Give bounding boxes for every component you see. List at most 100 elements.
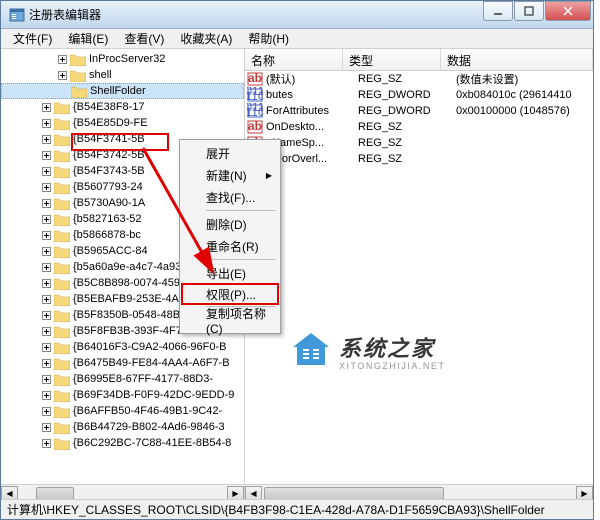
tree-node[interactable]: InProcServer32	[1, 51, 244, 67]
value-row[interactable]: aboNameSp...REG_SZ	[245, 135, 593, 151]
tree-expander[interactable]	[41, 310, 52, 321]
menu-separator	[206, 259, 276, 260]
statusbar: 计算机\HKEY_CLASSES_ROOT\CLSID\{B4FB3F98-C1…	[1, 499, 593, 519]
context-menu-item[interactable]: 删除(D)	[182, 213, 278, 235]
tree-expander[interactable]	[41, 422, 52, 433]
tree-expander[interactable]	[41, 406, 52, 417]
value-row[interactable]: abOnDeskto...REG_SZ	[245, 119, 593, 135]
close-button[interactable]	[545, 1, 591, 21]
value-type: REG_SZ	[358, 73, 456, 85]
statusbar-path: 计算机\HKEY_CLASSES_ROOT\CLSID\{B4FB3F98-C1…	[7, 501, 545, 518]
tree-expander[interactable]	[41, 326, 52, 337]
tree-expander[interactable]	[41, 150, 52, 161]
context-menu-item[interactable]: 复制项名称(C)	[182, 309, 278, 331]
tree-node-label: {B54E38F8-17	[73, 101, 145, 113]
value-row[interactable]: ab(默认)REG_SZ(数值未设置)	[245, 71, 593, 87]
value-row[interactable]: 011110ForAttributesREG_DWORD0x00100000 (…	[245, 103, 593, 119]
tree-node[interactable]: {B69F34DB-F0F9-42DC-9EDD-9	[1, 387, 244, 403]
column-data[interactable]: 数据	[441, 49, 593, 70]
context-menu-item[interactable]: 查找(F)...	[182, 186, 278, 208]
tree-expander[interactable]	[41, 166, 52, 177]
tree-expander[interactable]	[57, 70, 68, 81]
binary-value-icon: 011110	[247, 103, 263, 119]
column-type[interactable]: 类型	[343, 49, 441, 70]
tree-node[interactable]: {B6995E8-67FF-4177-88D3-	[1, 371, 244, 387]
tree-expander[interactable]	[41, 118, 52, 129]
tree-expander[interactable]	[41, 438, 52, 449]
tree-node[interactable]: ShellFolder	[1, 83, 244, 99]
minimize-button[interactable]	[483, 1, 513, 21]
menu-file[interactable]: 文件(F)	[5, 28, 60, 49]
menu-edit[interactable]: 编辑(E)	[60, 28, 116, 49]
value-name: ForAttributes	[266, 105, 358, 117]
context-menu-item[interactable]: 权限(P)...	[181, 283, 279, 305]
context-menu-item[interactable]: 重命名(R)	[182, 235, 278, 257]
tree-expander[interactable]	[41, 294, 52, 305]
column-name[interactable]: 名称	[245, 49, 343, 70]
tree-expander[interactable]	[41, 102, 52, 113]
tree-expander[interactable]	[41, 134, 52, 145]
context-menu-item[interactable]: 新建(N)	[182, 164, 278, 186]
context-menu-item[interactable]: 展开	[182, 142, 278, 164]
scroll-thumb[interactable]	[36, 487, 74, 500]
value-row[interactable]: 011110butesREG_DWORD0xb084010c (29614410	[245, 87, 593, 103]
tree-node-label: {B64016F3-C9A2-4066-96F0-B	[73, 341, 226, 353]
menu-favorites[interactable]: 收藏夹(A)	[172, 28, 240, 49]
tree-node-label: {B69F34DB-F0F9-42DC-9EDD-9	[73, 389, 234, 401]
value-type: REG_DWORD	[358, 105, 456, 117]
tree-expander[interactable]	[41, 230, 52, 241]
tree-expander[interactable]	[41, 342, 52, 353]
context-menu: 展开新建(N)查找(F)... 删除(D)重命名(R) 导出(E)权限(P)... 复…	[179, 139, 281, 334]
tree-node-label: {B6B44729-B802-4Ad6-9846-3	[73, 421, 225, 433]
tree-node[interactable]: {B6B44729-B802-4Ad6-9846-3	[1, 419, 244, 435]
value-data: 0xb084010c (29614410	[456, 89, 593, 101]
tree-node[interactable]: {B54E38F8-17	[1, 99, 244, 115]
tree-node-label: {B54F3743-5B	[73, 165, 145, 177]
menu-separator	[206, 210, 276, 211]
menu-help[interactable]: 帮助(H)	[240, 28, 297, 49]
tree-node[interactable]: shell	[1, 67, 244, 83]
tree-node[interactable]: {B6AFFB50-4F46-49B1-9C42-	[1, 403, 244, 419]
context-menu-item[interactable]: 导出(E)	[182, 262, 278, 284]
tree-node-label: shell	[89, 69, 112, 81]
tree-expander[interactable]	[41, 390, 52, 401]
tree-expander[interactable]	[41, 262, 52, 273]
values-panel: 名称 类型 数据 ab(默认)REG_SZ(数值未设置)011110butesR…	[245, 49, 593, 501]
tree-node[interactable]: {B64016F3-C9A2-4066-96F0-B	[1, 339, 244, 355]
tree-node-label: InProcServer32	[89, 53, 165, 65]
value-row[interactable]: abryForOverl...REG_SZ	[245, 151, 593, 167]
tree-expander[interactable]	[41, 246, 52, 257]
titlebar[interactable]: 注册表编辑器	[1, 1, 593, 29]
menu-view[interactable]: 查看(V)	[116, 28, 172, 49]
tree-node[interactable]: {B6C292BC-7C88-41EE-8B54-8	[1, 435, 244, 451]
value-name: OnDeskto...	[266, 121, 358, 133]
tree-expander[interactable]	[41, 374, 52, 385]
string-value-icon: ab	[247, 119, 263, 135]
tree-node[interactable]: {B54E85D9-FE	[1, 115, 244, 131]
value-type: REG_SZ	[358, 153, 456, 165]
value-data: (数值未设置)	[456, 71, 593, 87]
svg-text:110: 110	[247, 89, 263, 103]
tree-expander[interactable]	[41, 358, 52, 369]
content-area: InProcServer32 shell ShellFolder {B54E38F8-…	[1, 49, 593, 501]
string-value-icon: ab	[247, 71, 263, 87]
scroll-thumb[interactable]	[264, 487, 444, 500]
svg-text:ab: ab	[248, 71, 262, 85]
values-list[interactable]: ab(默认)REG_SZ(数值未设置)011110butesREG_DWORD0…	[245, 71, 593, 167]
value-name: butes	[266, 89, 358, 101]
tree-expander[interactable]	[57, 54, 68, 65]
tree-expander[interactable]	[41, 214, 52, 225]
tree-expander[interactable]	[41, 198, 52, 209]
tree-expander[interactable]	[41, 182, 52, 193]
regedit-window: 注册表编辑器 文件(F) 编辑(E) 查看(V) 收藏夹(A) 帮助(H) In…	[0, 0, 594, 520]
tree-node-label: {B6AFFB50-4F46-49B1-9C42-	[73, 405, 222, 417]
tree-node-label: {B54F3742-5B	[73, 149, 145, 161]
tree-node-label: {b5866878-bc	[73, 229, 141, 241]
tree-expander[interactable]	[41, 278, 52, 289]
list-header: 名称 类型 数据	[245, 49, 593, 71]
tree-node[interactable]: {B6475B49-FE84-4AA4-A6F7-B	[1, 355, 244, 371]
tree-node-label: {B6C292BC-7C88-41EE-8B54-8	[73, 437, 231, 449]
tree-node-label: {B54F3741-5B	[73, 133, 145, 145]
maximize-button[interactable]	[514, 1, 544, 21]
tree-node-label: {B5965ACC-84	[73, 245, 148, 257]
